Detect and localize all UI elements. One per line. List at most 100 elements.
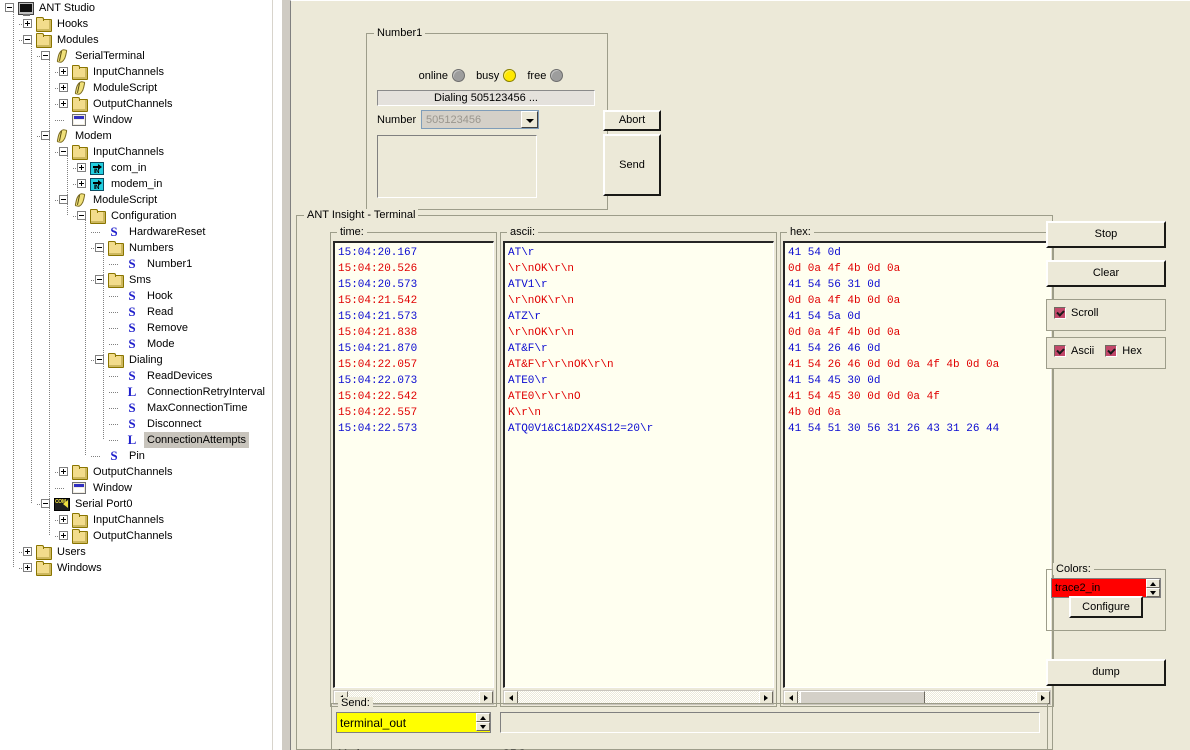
feather-icon bbox=[54, 129, 68, 143]
clear-button[interactable]: Clear bbox=[1046, 260, 1166, 287]
tree-item[interactable]: S HardwareReset bbox=[0, 224, 272, 240]
spinner-down-icon[interactable] bbox=[1146, 588, 1160, 597]
tree-expand-icon[interactable] bbox=[23, 547, 32, 556]
folder-icon bbox=[90, 209, 106, 224]
terminal-row: 15:04:22.057 bbox=[338, 359, 418, 371]
tree-item-label: Disconnect bbox=[147, 418, 202, 430]
tree-item[interactable]: Configuration bbox=[0, 208, 272, 224]
in-tag: IN bbox=[94, 169, 100, 175]
tree-item[interactable]: Window bbox=[0, 480, 272, 496]
tree-expand-icon[interactable] bbox=[59, 531, 68, 540]
led-label-free: free bbox=[527, 69, 547, 82]
tree-item[interactable]: S MaxConnectionTime bbox=[0, 400, 272, 416]
tree-item[interactable]: Hooks bbox=[0, 16, 272, 32]
tree-item[interactable]: L ConnectionRetryInterval bbox=[0, 384, 272, 400]
tree-item[interactable]: S Number1 bbox=[0, 256, 272, 272]
tree-item[interactable]: S Mode bbox=[0, 336, 272, 352]
script-s-icon: S bbox=[128, 256, 136, 271]
tree-expand-icon[interactable] bbox=[59, 67, 68, 76]
tree-expand-icon[interactable] bbox=[77, 163, 86, 172]
scroll-checkbox-label: Scroll bbox=[1071, 307, 1099, 320]
tree-item[interactable]: SerialTerminal bbox=[0, 48, 272, 64]
tree-item-label: ConnectionRetryInterval bbox=[147, 386, 266, 398]
tree-item[interactable]: S Pin bbox=[0, 448, 272, 464]
time-listbox[interactable]: 15:04:20.167 15:04:20.526 15:04:20.573 15:0… bbox=[333, 241, 494, 688]
chevron-down-icon[interactable] bbox=[521, 111, 538, 128]
send-channel-spinner[interactable] bbox=[476, 713, 490, 731]
tree-item[interactable]: InputChannels bbox=[0, 144, 272, 160]
color-selector[interactable]: trace2_in bbox=[1051, 578, 1161, 598]
led-label-online: online bbox=[418, 69, 448, 82]
project-tree-pane[interactable]: ANT Studio Hooks Modules SerialTerminal Inpu… bbox=[0, 0, 272, 750]
tree-item[interactable]: Numbers bbox=[0, 240, 272, 256]
scroll-checkbox[interactable] bbox=[1054, 307, 1066, 320]
tree-connector bbox=[109, 440, 119, 441]
send-channel-selector[interactable]: terminal_out bbox=[336, 712, 491, 733]
tree-item[interactable]: InputChannels bbox=[0, 64, 272, 80]
tree-item[interactable]: Users bbox=[0, 544, 272, 560]
color-spinner[interactable] bbox=[1146, 579, 1160, 597]
tree-item[interactable]: IN modem_in bbox=[0, 176, 272, 192]
tree-item[interactable]: S ReadDevices bbox=[0, 368, 272, 384]
tree-item[interactable]: ModuleScript bbox=[0, 192, 272, 208]
tree-item[interactable]: S Disconnect bbox=[0, 416, 272, 432]
tree-expand-icon[interactable] bbox=[59, 83, 68, 92]
tree-item[interactable]: Modem bbox=[0, 128, 272, 144]
stop-button[interactable]: Stop bbox=[1046, 221, 1166, 248]
tree-item[interactable]: Serial Port0 bbox=[0, 494, 272, 512]
tree-item-label: Mode bbox=[147, 338, 175, 350]
tree-item[interactable]: S Read bbox=[0, 304, 272, 320]
monitor-icon bbox=[18, 2, 34, 16]
tree-item[interactable]: Modules bbox=[0, 32, 272, 48]
terminal-row: 0d 0a 4f 4b 0d 0a bbox=[788, 327, 901, 339]
tree-expand-icon[interactable] bbox=[59, 467, 68, 476]
ascii-checkbox[interactable] bbox=[1054, 345, 1066, 358]
tree-expand-icon[interactable] bbox=[23, 19, 32, 28]
project-tree[interactable]: ANT Studio Hooks Modules SerialTerminal Inpu… bbox=[0, 0, 272, 576]
tree-item[interactable]: InputChannels bbox=[0, 512, 272, 528]
tree-item[interactable]: ANT Studio bbox=[0, 0, 272, 16]
hex-checkbox[interactable] bbox=[1105, 345, 1118, 358]
tree-item[interactable]: OutputChannels bbox=[0, 528, 272, 544]
terminal-row: \r\nOK\r\n bbox=[508, 263, 575, 275]
ascii-checkbox-label: Ascii bbox=[1071, 345, 1095, 358]
dump-button[interactable]: dump bbox=[1046, 659, 1166, 686]
free-led-icon bbox=[550, 69, 564, 82]
format-option-box: Ascii Hex bbox=[1046, 337, 1166, 369]
tree-item[interactable]: S Remove bbox=[0, 320, 272, 336]
spinner-up-icon[interactable] bbox=[476, 713, 490, 722]
tree-item[interactable]: Dialing bbox=[0, 352, 272, 368]
terminal-row: 41 54 5a 0d bbox=[788, 311, 861, 323]
tree-item[interactable]: IN com_in bbox=[0, 160, 272, 176]
tree-expand-icon[interactable] bbox=[59, 99, 68, 108]
ascii-listbox[interactable]: AT\r \r\nOK\r\n ATV1\r \r\nOK\r\n ATZ\r \r\nO… bbox=[503, 241, 774, 688]
spinner-down-icon[interactable] bbox=[476, 722, 490, 731]
send-text-input[interactable] bbox=[500, 712, 1040, 733]
configure-button[interactable]: Configure bbox=[1069, 596, 1143, 618]
time-column-title: time: bbox=[337, 226, 367, 238]
tree-item[interactable]: Windows bbox=[0, 560, 272, 576]
tree-item[interactable]: OutputChannels bbox=[0, 96, 272, 112]
tree-item[interactable]: S Hook bbox=[0, 288, 272, 304]
tree-item-label: ModuleScript bbox=[93, 194, 158, 206]
tree-item[interactable]: ModuleScript bbox=[0, 80, 272, 96]
hex-listbox[interactable]: 41 54 0d 0d 0a 4f 4b 0d 0a 41 54 56 31 0d 0… bbox=[783, 241, 1051, 688]
tree-item[interactable]: L ConnectionAttempts bbox=[0, 432, 272, 448]
spinner-up-icon[interactable] bbox=[1146, 579, 1160, 588]
window-icon bbox=[72, 114, 86, 126]
tree-item-label: Window bbox=[93, 482, 133, 494]
terminal-row: 0d 0a 4f 4b 0d 0a bbox=[788, 295, 901, 307]
abort-button[interactable]: Abort bbox=[603, 110, 661, 131]
tree-expand-icon[interactable] bbox=[77, 179, 86, 188]
time-pane: time: 15:04:20.167 15:04:20.526 15:04:20.5… bbox=[330, 226, 497, 707]
tree-item[interactable]: OutputChannels bbox=[0, 464, 272, 480]
number-combobox[interactable]: 505123456 bbox=[421, 110, 539, 129]
tree-expand-icon[interactable] bbox=[23, 563, 32, 572]
message-textarea[interactable] bbox=[377, 135, 537, 198]
tree-item[interactable]: Sms bbox=[0, 272, 272, 288]
tree-expand-icon[interactable] bbox=[59, 515, 68, 524]
tree-item-label: ModuleScript bbox=[93, 82, 158, 94]
terminal-row: 15:04:21.838 bbox=[338, 327, 418, 339]
send-button[interactable]: Send bbox=[603, 134, 661, 196]
tree-item[interactable]: Window bbox=[0, 112, 272, 128]
